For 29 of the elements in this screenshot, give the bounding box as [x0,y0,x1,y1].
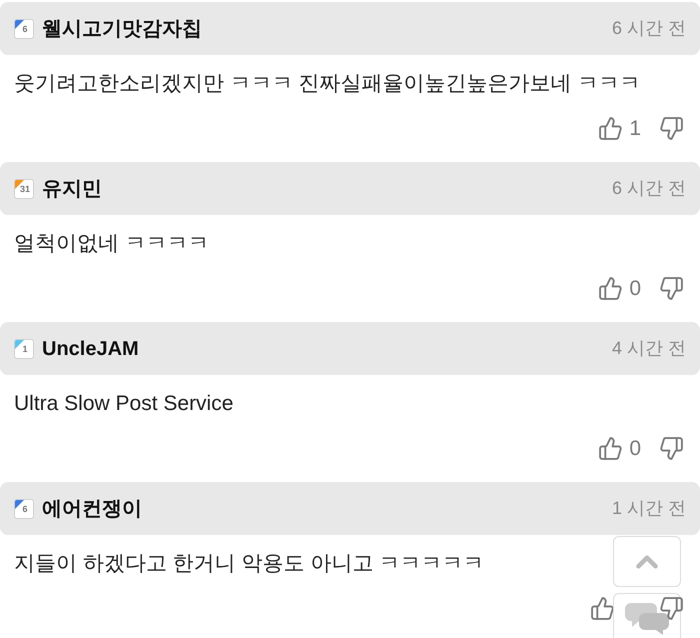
like-button[interactable]: 0 [598,433,641,463]
thumbs-up-icon [598,276,624,300]
timestamp: 6 시간 전 [612,177,686,200]
username[interactable]: 웰시고기맛감자칩 [42,14,202,44]
comment-text: 얼척이없네 ㅋㅋㅋㅋ [14,231,209,257]
comments-button[interactable] [613,593,681,638]
username[interactable]: 유지민 [42,174,102,204]
level-number: 1 [21,343,28,354]
thumbs-up-icon [598,436,624,460]
thumbs-up-icon [590,596,615,620]
like-button[interactable]: 0 [598,273,641,303]
comment-text: 웃기려고한소리겠지만 ㅋㅋㅋ 진짜실패율이높긴높은가보네 ㅋㅋㅋ [14,71,641,97]
like-button[interactable]: 1 [598,113,641,143]
thumbs-down-icon [659,436,684,460]
level-number: 6 [21,503,28,514]
level-number: 6 [21,23,28,34]
thumbs-down-icon [659,596,684,620]
thumbs-down-icon [659,276,684,300]
comment-text: Ultra Slow Post Service [14,391,234,417]
thumbs-down-icon [659,116,684,140]
username[interactable]: UncleJAM [42,334,139,364]
username[interactable]: 에어컨쟁이 [42,494,142,524]
comment-text: 지들이 하겠다고 한거니 악용도 아니고 ㅋㅋㅋㅋㅋ [14,551,484,577]
timestamp: 6 시간 전 [612,17,686,40]
timestamp: 1 시간 전 [612,497,686,520]
timestamp: 4 시간 전 [612,337,686,360]
speech-bubbles-icon [625,601,669,635]
level-number: 31 [18,183,30,194]
thumbs-up-icon [598,116,624,140]
